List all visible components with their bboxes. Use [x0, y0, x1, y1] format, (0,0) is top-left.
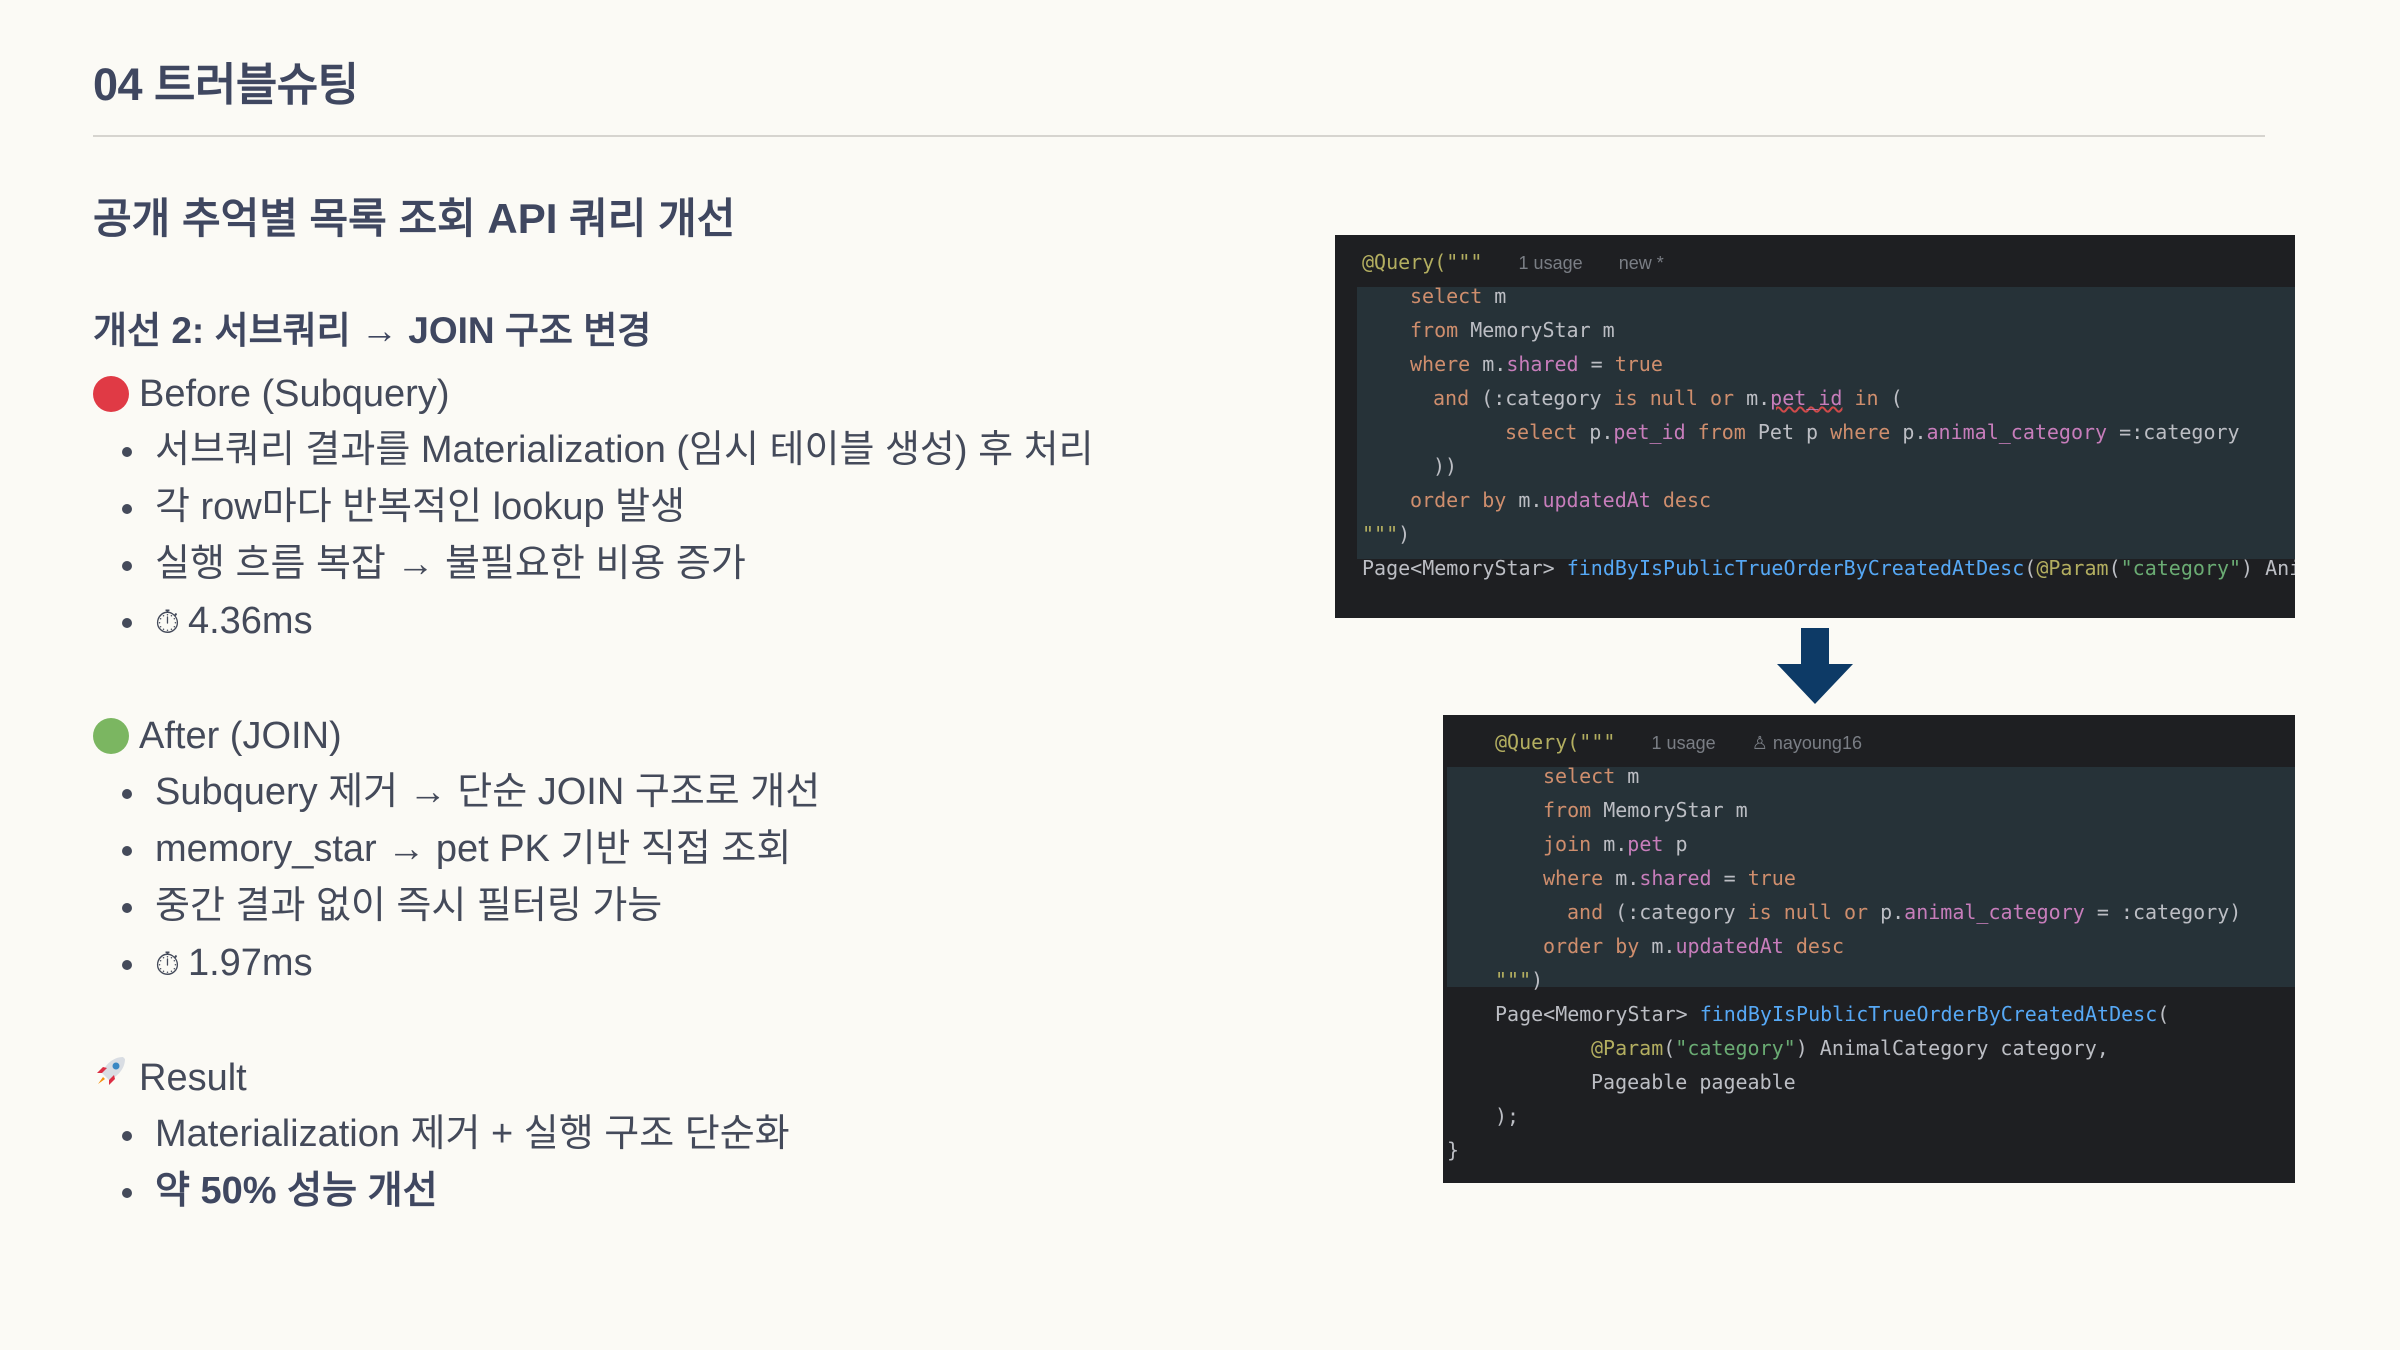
list-item: 중간 결과 없이 즉시 필터링 가능	[93, 878, 1293, 935]
list-item: Subquery 제거 → 단순 JOIN 구조로 개선	[93, 764, 1293, 821]
code-line: }	[1447, 1138, 1460, 1162]
green-circle-icon	[93, 718, 129, 754]
after-heading: After (JOIN)	[93, 708, 1293, 764]
rocket-icon	[93, 1050, 129, 1106]
list-item: ⏱ 4.36ms	[93, 593, 1293, 650]
red-circle-icon	[93, 376, 129, 412]
before-title: Before (Subquery)	[139, 373, 450, 415]
slide-subtitle: 공개 추억별 목록 조회 API 쿼리 개선	[93, 195, 736, 242]
code-line: );	[1495, 1104, 1520, 1128]
list-item: memory_star → pet PK 기반 직접 조회	[93, 821, 1293, 878]
list-item: Materialization 제거 + 실행 구조 단순화	[93, 1106, 1293, 1163]
usage-hint: 1 usage	[1518, 253, 1583, 273]
code-line: Pageable pageable	[1591, 1070, 1796, 1094]
result-list: Materialization 제거 + 실행 구조 단순화 약 50% 성능 …	[93, 1106, 1293, 1220]
result-title: Result	[139, 1057, 247, 1099]
title-divider	[93, 135, 2265, 137]
code-after-panel: @Query(""" 1 usage ♙ nayoung16 select m …	[1443, 715, 2295, 1183]
author-hint: new *	[1618, 253, 1664, 273]
after-title: After (JOIN)	[139, 715, 342, 757]
list-item-highlight: 약 50% 성능 개선	[93, 1163, 1293, 1220]
arrow-down-icon	[1777, 628, 1853, 704]
list-item: 실행 흐름 복잡 → 불필요한 비용 증가	[93, 536, 1293, 593]
section-title: 04 트러블슈팅	[93, 59, 359, 110]
step-title: 개선 2: 서브쿼리 → JOIN 구조 변경	[93, 310, 652, 351]
stopwatch-icon: ⏱	[155, 604, 180, 640]
list-item: ⏱ 1.97ms	[93, 935, 1293, 992]
before-heading: Before (Subquery)	[93, 366, 1293, 422]
usage-hint: 1 usage	[1651, 733, 1716, 753]
list-item: 서브쿼리 결과를 Materialization (임시 테이블 생성) 후 처…	[93, 422, 1293, 479]
list-item: 각 row마다 반복적인 lookup 발생	[93, 479, 1293, 536]
code-line: @Query("""	[1495, 730, 1616, 754]
stopwatch-icon: ⏱	[155, 946, 180, 982]
after-list: Subquery 제거 → 단순 JOIN 구조로 개선 memory_star…	[93, 764, 1293, 992]
content-column: 개선 2: 서브쿼리 → JOIN 구조 변경 Before (Subquery…	[93, 308, 1293, 1220]
after-time: 1.97ms	[187, 942, 313, 984]
code-before-panel: @Query(""" 1 usage new * select m from M…	[1335, 235, 2295, 618]
before-list: 서브쿼리 결과를 Materialization (임시 테이블 생성) 후 처…	[93, 422, 1293, 650]
before-time: 4.36ms	[187, 600, 313, 642]
author-hint: ♙ nayoung16	[1751, 733, 1862, 753]
code-line: @Query("""	[1362, 250, 1483, 274]
result-heading: Result	[93, 1050, 1293, 1106]
